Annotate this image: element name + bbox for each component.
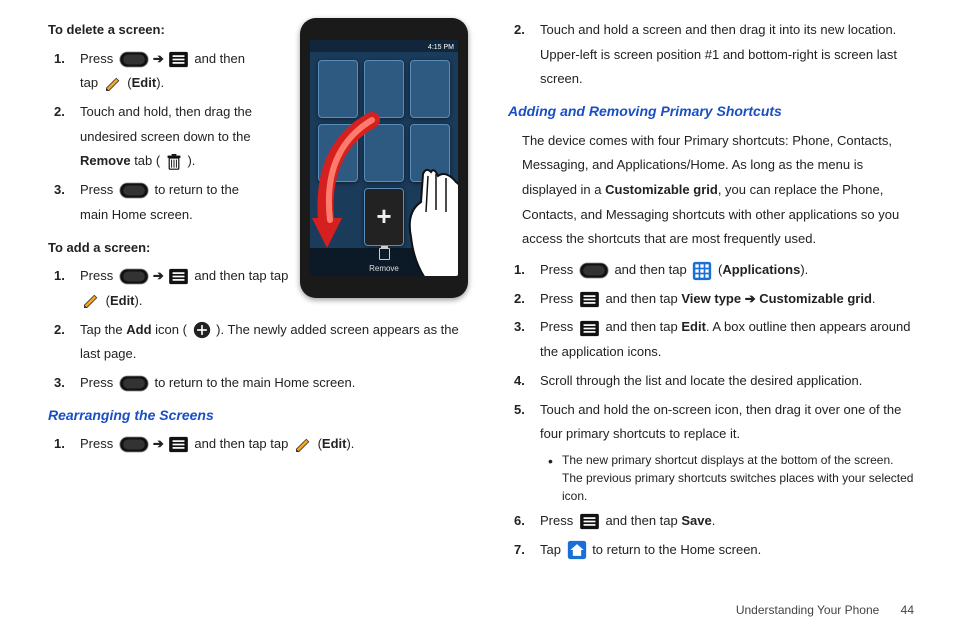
phone-mockup: 4:15 PM + Remove [300,18,468,298]
screen-panel [364,124,404,182]
screen-panel [410,124,450,182]
sub-bullet: The new primary shortcut displays at the… [562,451,914,505]
list-item: Press to return to the main Home screen. [76,371,468,396]
shortcuts-heading: Adding and Removing Primary Shortcuts [508,98,914,125]
list-item: Press and then tap View type ➔ Customiza… [536,287,914,312]
page-number: 44 [901,603,914,617]
remove-label: Remove [369,261,399,276]
plus-circle-icon [193,321,211,339]
list-item: Press and then tap Save. [536,509,914,534]
screen-panel [410,60,450,118]
pencil-icon [294,436,312,454]
list-item: Press ➔ and then tap tap (Edit). [76,432,468,457]
intro-text: The device comes with four Primary short… [508,129,914,252]
menu-key-icon [168,268,189,285]
screen-panel [318,60,358,118]
pencil-icon [82,292,100,310]
list-item: Tap the Add icon ( ). The newly added sc… [76,318,468,367]
status-time: 4:15 PM [428,44,454,51]
home-key-icon [579,262,609,279]
screen-panel [364,60,404,118]
list-item: Touch and hold the on-screen icon, then … [536,398,914,505]
list-item: Press and then tap (Applications). [536,258,914,283]
list-item: Tap to return to the Home screen. [536,538,914,563]
menu-key-icon [168,436,189,453]
add-panel: + [364,188,404,246]
trash-icon [166,153,182,171]
list-item: Press to return to the main Home screen. [76,178,263,227]
home-key-icon [119,182,149,199]
remove-bar: Remove [310,248,458,276]
trash-icon [379,248,390,260]
home-key-icon [119,51,149,68]
menu-key-icon [579,320,600,337]
list-item: Press ➔ and then tap tap (Edit). [76,264,291,313]
rearranging-heading: Rearranging the Screens [48,402,468,429]
menu-key-icon [579,291,600,308]
list-item: Press ➔ and then tap (Edit). [76,47,263,96]
menu-key-icon [168,51,189,68]
list-item: Scroll through the list and locate the d… [536,369,914,394]
list-item: Press and then tap Edit. A box outline t… [536,315,914,364]
pencil-icon [104,75,122,93]
home-key-icon [119,375,149,392]
screen-panel [318,124,358,182]
home-tile-icon [567,540,587,560]
menu-key-icon [579,513,600,530]
page-footer: Understanding Your Phone 44 [736,599,914,622]
home-key-icon [119,268,149,285]
section-title: Understanding Your Phone [736,603,879,617]
home-key-icon [119,436,149,453]
list-item: Touch and hold, then drag the undesired … [76,100,263,174]
list-item: Touch and hold a screen and then drag it… [536,18,914,92]
apps-grid-icon [692,261,712,281]
